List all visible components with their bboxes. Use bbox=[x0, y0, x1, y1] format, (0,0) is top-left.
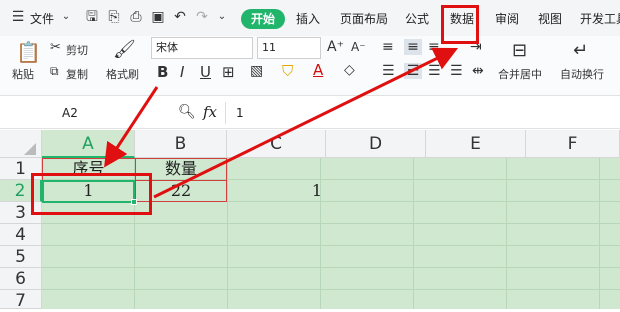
arrow-to-cell-a2 bbox=[104, 86, 159, 168]
annotation-arrows bbox=[104, 47, 459, 199]
arrow-to-data-tab bbox=[153, 47, 459, 199]
